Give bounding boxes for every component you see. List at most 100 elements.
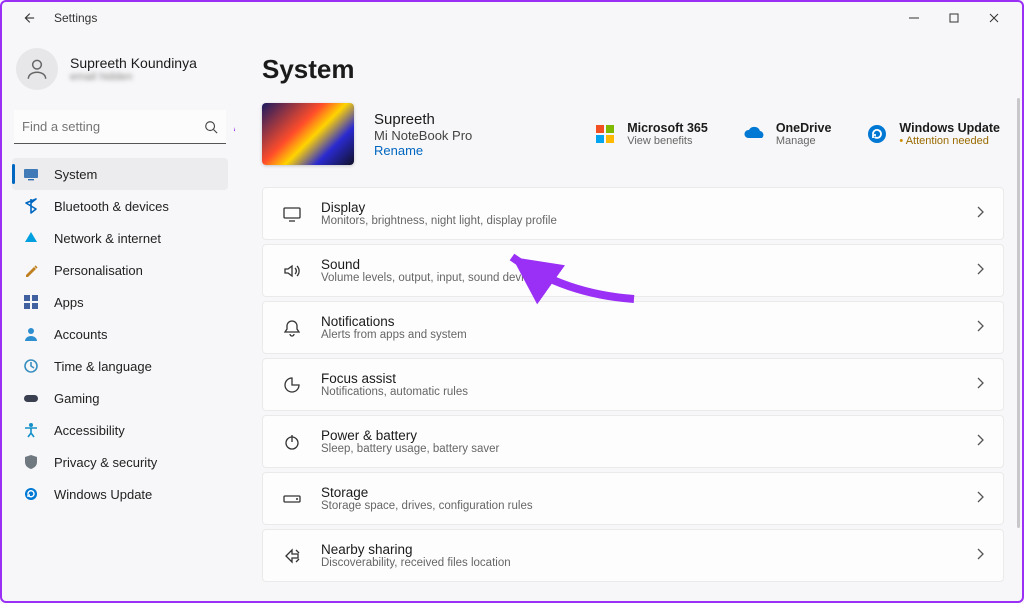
back-button[interactable]: [16, 6, 40, 30]
search-icon: [204, 120, 218, 134]
setting-row-subtitle: Volume levels, output, input, sound devi…: [321, 272, 542, 284]
system-icon: [22, 165, 40, 183]
setting-row-subtitle: Sleep, battery usage, battery saver: [321, 443, 499, 455]
sidebar-item-label: Windows Update: [54, 487, 152, 502]
chevron-right-icon: [975, 433, 985, 451]
setting-row-focus[interactable]: Focus assistNotifications, automatic rul…: [262, 358, 1004, 411]
quicklink-subtitle: Attention needed: [899, 135, 1000, 147]
time-icon: [22, 357, 40, 375]
annotation-arrow-1: [234, 122, 244, 192]
update-icon: [22, 485, 40, 503]
sidebar-item-accounts[interactable]: Accounts: [12, 318, 228, 350]
sidebar-item-gaming[interactable]: Gaming: [12, 382, 228, 414]
window-maximize-button[interactable]: [934, 4, 974, 32]
gaming-icon: [22, 389, 40, 407]
power-icon: [281, 431, 303, 453]
setting-row-title: Display: [321, 200, 557, 215]
setting-row-title: Focus assist: [321, 371, 468, 386]
sidebar-item-network[interactable]: Network & internet: [12, 222, 228, 254]
network-icon: [22, 229, 40, 247]
sidebar-item-privacy[interactable]: Privacy & security: [12, 446, 228, 478]
setting-row-subtitle: Storage space, drives, configuration rul…: [321, 500, 533, 512]
content-area: System Supreeth Mi NoteBook Pro Rename M…: [234, 34, 1022, 601]
storage-icon: [281, 488, 303, 510]
search-input[interactable]: [22, 119, 204, 134]
setting-row-sound[interactable]: SoundVolume levels, output, input, sound…: [262, 244, 1004, 297]
personalise-icon: [22, 261, 40, 279]
quicklink-ms365[interactable]: Microsoft 365View benefits: [589, 117, 712, 151]
privacy-icon: [22, 453, 40, 471]
chevron-right-icon: [975, 547, 985, 565]
focus-icon: [281, 374, 303, 396]
setting-row-display[interactable]: DisplayMonitors, brightness, night light…: [262, 187, 1004, 240]
sidebar-item-bluetooth[interactable]: Bluetooth & devices: [12, 190, 228, 222]
sidebar-item-label: Apps: [54, 295, 84, 310]
ms365-icon: [593, 122, 617, 146]
sidebar-item-system[interactable]: System: [12, 158, 228, 190]
window-close-button[interactable]: [974, 4, 1014, 32]
sidebar-item-label: Bluetooth & devices: [54, 199, 169, 214]
sidebar: Supreeth Koundinya email hidden System Bl…: [2, 34, 234, 601]
accessibility-icon: [22, 421, 40, 439]
notifications-icon: [281, 317, 303, 339]
device-thumbnail: [262, 103, 354, 165]
quicklink-onedrive[interactable]: OneDriveManage: [738, 117, 836, 151]
onedrive-icon: [742, 122, 766, 146]
setting-row-subtitle: Notifications, automatic rules: [321, 386, 468, 398]
sidebar-item-time[interactable]: Time & language: [12, 350, 228, 382]
sidebar-item-label: Time & language: [54, 359, 152, 374]
sidebar-item-label: Network & internet: [54, 231, 161, 246]
update-icon: [865, 122, 889, 146]
back-arrow-icon: [21, 11, 35, 25]
display-icon: [281, 203, 303, 225]
accounts-icon: [22, 325, 40, 343]
scrollbar-stub[interactable]: [1017, 98, 1020, 528]
sidebar-item-label: Personalisation: [54, 263, 143, 278]
setting-row-title: Notifications: [321, 314, 467, 329]
close-icon: [989, 13, 999, 23]
quicklink-update[interactable]: Windows UpdateAttention needed: [861, 117, 1004, 151]
sidebar-item-label: System: [54, 167, 97, 182]
bluetooth-icon: [22, 197, 40, 215]
sidebar-item-apps[interactable]: Apps: [12, 286, 228, 318]
setting-row-title: Storage: [321, 485, 533, 500]
sidebar-item-accessibility[interactable]: Accessibility: [12, 414, 228, 446]
quicklink-title: Microsoft 365: [627, 121, 708, 135]
window-title: Settings: [54, 11, 97, 25]
sidebar-item-personalise[interactable]: Personalisation: [12, 254, 228, 286]
maximize-icon: [949, 13, 959, 23]
setting-row-title: Power & battery: [321, 428, 499, 443]
setting-row-storage[interactable]: StorageStorage space, drives, configurat…: [262, 472, 1004, 525]
quicklink-title: Windows Update: [899, 121, 1000, 135]
sidebar-item-update[interactable]: Windows Update: [12, 478, 228, 510]
setting-row-title: Nearby sharing: [321, 542, 511, 557]
apps-icon: [22, 293, 40, 311]
quicklink-subtitle: View benefits: [627, 135, 708, 147]
chevron-right-icon: [975, 490, 985, 508]
setting-row-nearby[interactable]: Nearby sharingDiscoverability, received …: [262, 529, 1004, 582]
sidebar-item-label: Privacy & security: [54, 455, 157, 470]
device-name: Supreeth: [374, 111, 472, 128]
chevron-right-icon: [975, 376, 985, 394]
chevron-right-icon: [975, 205, 985, 223]
avatar: [16, 48, 58, 90]
setting-row-notifications[interactable]: NotificationsAlerts from apps and system: [262, 301, 1004, 354]
sound-icon: [281, 260, 303, 282]
page-title: System: [262, 54, 1004, 85]
nearby-icon: [281, 545, 303, 567]
minimize-icon: [909, 13, 919, 23]
chevron-right-icon: [975, 262, 985, 280]
setting-row-subtitle: Monitors, brightness, night light, displ…: [321, 215, 557, 227]
search-box[interactable]: [14, 110, 226, 144]
rename-device-link[interactable]: Rename: [374, 143, 472, 158]
sidebar-item-label: Accounts: [54, 327, 107, 342]
quicklink-subtitle: Manage: [776, 135, 832, 147]
user-subtitle: email hidden: [70, 71, 197, 83]
quicklink-title: OneDrive: [776, 121, 832, 135]
user-profile-block[interactable]: Supreeth Koundinya email hidden: [12, 44, 228, 102]
chevron-right-icon: [975, 319, 985, 337]
setting-row-power[interactable]: Power & batterySleep, battery usage, bat…: [262, 415, 1004, 468]
setting-row-subtitle: Discoverability, received files location: [321, 557, 511, 569]
window-minimize-button[interactable]: [894, 4, 934, 32]
sidebar-item-label: Accessibility: [54, 423, 125, 438]
